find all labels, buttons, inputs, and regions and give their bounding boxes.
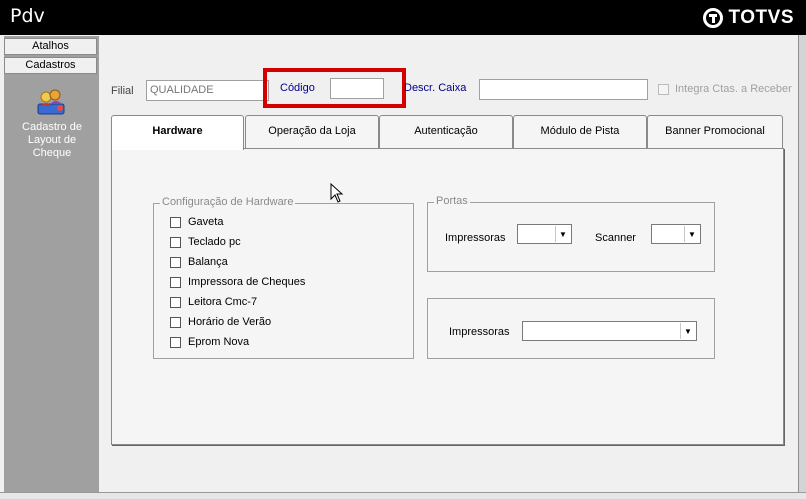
option-label: Gaveta [188, 216, 224, 228]
option-label: Leitora Cmc-7 [188, 296, 258, 308]
descr-caixa-field[interactable] [479, 79, 648, 100]
gaveta-checkbox[interactable] [170, 216, 181, 228]
impressora-cheques-checkbox[interactable] [170, 276, 181, 288]
horario-verao-checkbox[interactable] [170, 316, 181, 328]
teclado-pc-checkbox[interactable] [170, 236, 181, 248]
group-title: Portas [434, 195, 470, 207]
portas-group: Portas Impressoras ▼ Scanner ▼ [427, 195, 715, 272]
group-title: Configuração de Hardware [160, 196, 296, 208]
option-label: Horário de Verão [188, 316, 272, 328]
impressoras-label: Impressoras [449, 326, 510, 338]
option-balanca[interactable]: Balança [170, 254, 228, 270]
leitora-cmc7-checkbox[interactable] [170, 296, 181, 308]
integra-ctas-label: Integra Ctas. a Receber [675, 83, 792, 95]
option-horario-verao[interactable]: Horário de Verão [170, 314, 271, 330]
tab-autenticacao[interactable]: Autenticação [379, 115, 513, 148]
highlight-box [263, 68, 406, 108]
totvs-logo: TOTVS [702, 6, 795, 30]
option-leitora-cmc7[interactable]: Leitora Cmc-7 [170, 294, 257, 310]
descr-caixa-label: Descr. Caixa [404, 82, 467, 94]
tab-hardware[interactable]: Hardware [111, 115, 244, 150]
sidebar-button-atalhos[interactable]: Atalhos [4, 38, 97, 55]
option-eprom-nova[interactable]: Eprom Nova [170, 334, 249, 350]
totvs-logo-icon [702, 8, 723, 28]
tab-modulo-de-pista[interactable]: Módulo de Pista [513, 115, 647, 148]
option-label: Eprom Nova [188, 336, 250, 348]
sidebar-item-label-line: Cadastro de [22, 121, 82, 133]
tab-banner-promocional[interactable]: Banner Promocional [647, 115, 783, 148]
title-bar [0, 0, 806, 35]
impressoras-select[interactable]: ▼ [522, 321, 697, 341]
sidebar-item-label-line: Cheque [32, 147, 72, 159]
filial-field[interactable]: QUALIDADE [146, 80, 269, 101]
chevron-down-icon[interactable]: ▼ [555, 226, 570, 242]
option-label: Teclado pc [188, 236, 241, 248]
app-title: Pdv [10, 5, 45, 27]
option-label: Impressora de Cheques [188, 276, 306, 288]
impressoras-label: Impressoras [445, 232, 506, 244]
tab-operacao-da-loja[interactable]: Operação da Loja [245, 115, 379, 148]
people-icon[interactable] [36, 88, 66, 116]
hardware-config-group: Configuração de Hardware Gaveta Teclado … [153, 196, 414, 359]
impressoras-select[interactable]: ▼ [517, 224, 572, 244]
chevron-down-icon[interactable]: ▼ [684, 226, 699, 242]
chevron-down-icon[interactable]: ▼ [680, 323, 695, 339]
sidebar-item-label-line: Layout de [27, 134, 77, 146]
sidebar-item-cadastro-layout-cheque[interactable]: Cadastro de Layout de Cheque [8, 121, 96, 160]
balanca-checkbox[interactable] [170, 256, 181, 268]
option-gaveta[interactable]: Gaveta [170, 214, 223, 230]
brand-name: TOTVS [728, 7, 794, 28]
filial-label: Filial [111, 85, 134, 97]
status-bar [0, 492, 806, 499]
scanner-label: Scanner [595, 232, 636, 244]
option-teclado-pc[interactable]: Teclado pc [170, 234, 241, 250]
option-impressora-cheques[interactable]: Impressora de Cheques [170, 274, 305, 290]
integra-ctas-checkbox[interactable] [658, 84, 669, 95]
scanner-select[interactable]: ▼ [651, 224, 701, 244]
mouse-cursor-icon [330, 182, 344, 206]
option-label: Balança [188, 256, 228, 268]
eprom-nova-checkbox[interactable] [170, 336, 181, 348]
impressoras-group: Impressoras ▼ [427, 298, 715, 359]
sidebar-button-cadastros[interactable]: Cadastros [4, 57, 97, 74]
window-edge [798, 35, 806, 499]
